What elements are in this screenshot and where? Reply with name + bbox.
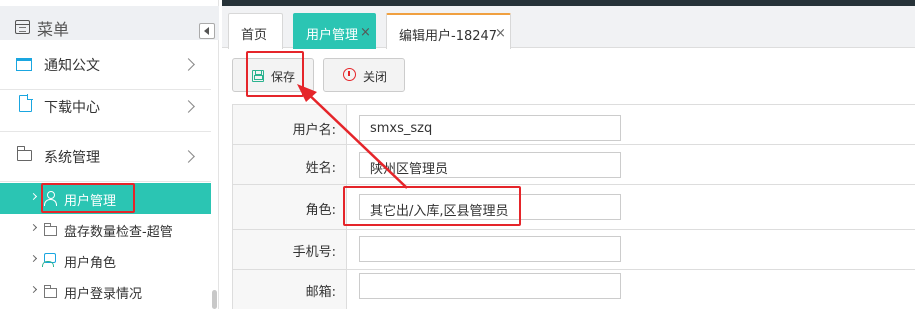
form-row-email: 邮箱: [232, 270, 915, 309]
name-field[interactable]: 陕州区管理员 [359, 152, 621, 178]
close-icon[interactable]: × [360, 25, 371, 40]
sidebar-header: 菜单 [0, 6, 219, 40]
tab-label: 首页 [241, 28, 268, 43]
sidebar-item-label: 系统管理 [44, 150, 100, 166]
email-label: 邮箱: [305, 285, 336, 300]
chevron-right-icon [29, 285, 38, 294]
sidebar-item-downloads[interactable]: 下载中心 [0, 82, 211, 132]
app-window: 菜单 通知公文 下载中心 系统管理 用户管理 盘存数量检查-超管 用户角色 用户… [0, 0, 915, 309]
username-label: 用户名: [292, 123, 336, 138]
chevron-right-icon [182, 100, 195, 113]
folder-open-icon [16, 146, 32, 161]
chevron-right-icon [182, 58, 195, 71]
tab-label: 用户管理 [306, 28, 359, 43]
form-row-phone: 手机号: [232, 230, 915, 270]
chevron-right-icon [182, 150, 195, 163]
edit-user-form: 用户名: smxs_szq 姓名: 陕州区管理员 角色: 其它出/入库,区县管理… [232, 104, 915, 309]
email-field[interactable] [359, 273, 621, 299]
user-role-icon [42, 253, 58, 268]
phone-field[interactable] [359, 236, 621, 262]
chevron-right-icon [29, 192, 38, 201]
tab-edit-user[interactable]: 编辑用户-18247 × [386, 13, 511, 49]
sidebar-subitem-login-status[interactable]: 用户登录情况 [0, 276, 211, 307]
sidebar-item-label: 下载中心 [44, 100, 100, 116]
chevron-right-icon [29, 254, 38, 263]
folder-icon [44, 285, 57, 298]
sidebar-subitem-inventory-check[interactable]: 盘存数量检查-超管 [0, 214, 211, 245]
sidebar-subitem-label: 用户登录情况 [64, 287, 143, 302]
username-field[interactable]: smxs_szq [359, 115, 621, 141]
form-row-role: 角色: 其它出/入库,区县管理员 [232, 185, 915, 230]
tab-label: 编辑用户-18247 [399, 29, 498, 44]
sidebar-title: 菜单 [37, 20, 70, 39]
phone-label: 手机号: [292, 245, 336, 260]
highlight-box-user-management [41, 183, 135, 213]
sidebar-item-system[interactable]: 系统管理 [0, 132, 211, 182]
sidebar-subitem-user-roles[interactable]: 用户角色 [0, 245, 211, 276]
sidebar-subitem-label: 用户角色 [64, 256, 117, 271]
role-label: 角色: [305, 203, 336, 218]
chevron-right-icon [29, 223, 38, 232]
name-label: 姓名: [305, 161, 336, 176]
sidebar-item-label: 通知公文 [44, 58, 100, 74]
menu-icon [15, 20, 30, 34]
power-icon [343, 68, 356, 81]
window-icon [16, 58, 32, 71]
form-row-username: 用户名: smxs_szq [232, 105, 915, 145]
document-icon [19, 94, 33, 112]
sidebar-subitem-label: 盘存数量检查-超管 [64, 225, 173, 240]
folder-icon [44, 223, 57, 236]
close-button[interactable]: 关闭 [323, 58, 405, 92]
close-icon[interactable]: × [495, 26, 506, 41]
tab-user-management[interactable]: 用户管理 × [293, 13, 376, 49]
close-button-label: 关闭 [363, 70, 388, 84]
sidebar: 菜单 通知公文 下载中心 系统管理 用户管理 盘存数量检查-超管 用户角色 用户… [0, 0, 219, 309]
tab-home[interactable]: 首页 [228, 13, 283, 49]
highlight-box-role [343, 186, 521, 226]
highlight-box-save [246, 51, 304, 97]
form-row-name: 姓名: 陕州区管理员 [232, 145, 915, 185]
tab-bar: 首页 用户管理 × 编辑用户-18247 × [222, 6, 915, 49]
collapse-sidebar-button[interactable] [199, 23, 215, 39]
sidebar-scrollbar[interactable] [212, 290, 217, 309]
